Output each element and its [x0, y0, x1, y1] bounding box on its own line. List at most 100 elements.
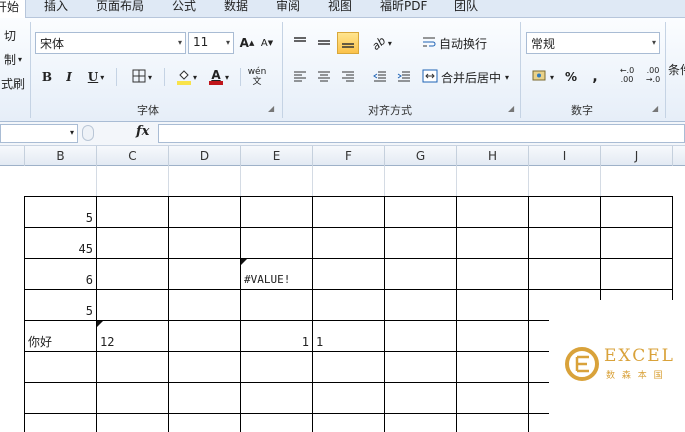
number-format-select[interactable]: 常规 ▾	[526, 32, 660, 54]
dialog-launcher-icon[interactable]: ◢	[652, 104, 658, 113]
fill-color-button[interactable]: ▾	[172, 66, 202, 88]
align-left-button[interactable]	[290, 66, 310, 88]
tab-team[interactable]: 团队	[454, 0, 478, 14]
tab-home[interactable]: 开始	[0, 0, 27, 18]
gridline	[384, 166, 385, 196]
divider	[164, 68, 165, 86]
cell-e4[interactable]: #VALUE!	[241, 259, 312, 289]
chevron-down-icon: ▾	[505, 72, 510, 82]
column-header-c[interactable]: C	[97, 146, 169, 166]
column-header-j[interactable]: J	[601, 146, 673, 166]
column-header-e[interactable]: E	[241, 146, 313, 166]
font-size-select[interactable]: 11 ▾	[188, 32, 234, 54]
merge-cells-icon	[422, 69, 438, 86]
chevron-down-icon: ▾	[18, 54, 23, 64]
shrink-font-button[interactable]: A ▼	[258, 32, 276, 54]
error-indicator-icon[interactable]	[97, 321, 103, 327]
column-headers: B C D E F G H I J	[0, 146, 685, 166]
table-border	[24, 289, 673, 290]
increase-decimal-button[interactable]: ←.0 .00	[616, 64, 638, 86]
ribbon-tabs: 开始 插入 页面布局 公式 数据 审阅 视图 福昕PDF 团队	[0, 0, 685, 18]
italic-button[interactable]: I	[60, 66, 78, 88]
bold-button[interactable]: B	[38, 66, 56, 88]
align-center-icon	[317, 70, 331, 85]
cell-b2[interactable]: 5	[25, 197, 96, 227]
merge-center-button[interactable]: 合并后居中 ▾	[422, 66, 516, 88]
cell-b6[interactable]: 你好	[25, 321, 96, 351]
chevron-down-icon: ▾	[224, 72, 229, 82]
tab-foxit-pdf[interactable]: 福昕PDF	[380, 0, 427, 14]
copy-button[interactable]: 制 ▾	[0, 48, 26, 70]
orientation-button[interactable]: ab ▾	[368, 32, 396, 54]
chevron-down-icon: ▾	[147, 72, 152, 82]
currency-icon	[532, 69, 548, 86]
insert-function-button[interactable]: fx	[136, 124, 149, 139]
column-header-g[interactable]: G	[385, 146, 457, 166]
align-right-button[interactable]	[338, 66, 358, 88]
number-format-value: 常规	[531, 37, 556, 51]
column-header-h[interactable]: H	[457, 146, 529, 166]
percent-button[interactable]: %	[562, 66, 580, 88]
group-separator	[282, 22, 283, 118]
tab-data[interactable]: 数据	[224, 0, 248, 14]
group-separator	[520, 22, 521, 118]
grow-font-button[interactable]: A ▲	[238, 32, 256, 54]
cell-e6[interactable]: 1	[241, 321, 312, 351]
merge-center-label: 合并后居中	[441, 70, 502, 85]
tab-formulas[interactable]: 公式	[172, 0, 196, 14]
align-center-button[interactable]	[314, 66, 334, 88]
formula-input[interactable]	[158, 124, 685, 143]
column-header-a-partial[interactable]	[0, 146, 25, 166]
chevron-down-icon: ▾	[69, 128, 74, 137]
wrap-text-button[interactable]: 自动换行	[422, 32, 494, 54]
column-header-d[interactable]: D	[169, 146, 241, 166]
dialog-launcher-icon[interactable]: ◢	[268, 104, 274, 113]
align-top-button[interactable]	[290, 32, 310, 54]
decrease-indent-button[interactable]	[370, 66, 390, 88]
cell-c6[interactable]: 12	[97, 321, 168, 351]
formula-resize-handle[interactable]	[82, 125, 94, 141]
font-name-select[interactable]: 宋体 ▾	[35, 32, 186, 54]
column-header-b[interactable]: B	[25, 146, 97, 166]
dialog-launcher-icon[interactable]: ◢	[508, 104, 514, 113]
phonetic-label: wén	[247, 66, 267, 77]
format-painter-button[interactable]: 式刷	[0, 72, 26, 94]
increase-indent-button[interactable]	[394, 66, 414, 88]
decrease-indent-icon	[373, 70, 387, 85]
cell-f6[interactable]: 1	[313, 321, 384, 351]
border-grid-icon	[132, 69, 146, 86]
table-border	[528, 196, 529, 432]
font-color-button[interactable]: A ▾	[204, 66, 234, 88]
accounting-format-button[interactable]: ▾	[528, 66, 558, 88]
table-border	[456, 196, 457, 432]
decrease-decimal-button[interactable]: .00 →.0	[642, 64, 664, 86]
table-border	[24, 227, 673, 228]
chevron-down-icon: ▾	[100, 72, 105, 82]
column-header-i[interactable]: I	[529, 146, 601, 166]
table-border	[96, 196, 97, 432]
phonetic-guide-button[interactable]: wén 文	[246, 66, 268, 88]
tab-page-layout[interactable]: 页面布局	[96, 0, 144, 14]
column-header-f[interactable]: F	[313, 146, 385, 166]
chevron-down-icon: ▾	[651, 38, 656, 47]
tab-view[interactable]: 视图	[328, 0, 352, 14]
conditional-format-button[interactable]: 条件	[668, 58, 685, 80]
number-group-label: 数字	[571, 104, 593, 117]
increase-indent-icon	[397, 70, 411, 85]
wrap-text-icon	[422, 35, 436, 52]
comma-button[interactable]: ,	[586, 66, 604, 88]
tab-review[interactable]: 审阅	[276, 0, 300, 14]
cell-b5[interactable]: 5	[25, 290, 96, 320]
align-bottom-button[interactable]	[337, 32, 359, 54]
name-box[interactable]: ▾	[0, 124, 78, 143]
underline-button[interactable]: U ▾	[82, 66, 110, 88]
cut-button[interactable]: 切	[0, 24, 20, 46]
tab-insert[interactable]: 插入	[44, 0, 68, 14]
error-indicator-icon[interactable]	[241, 259, 247, 265]
cell-b3[interactable]: 45	[25, 228, 96, 258]
cell-b4[interactable]: 6	[25, 259, 96, 289]
borders-button[interactable]: ▾	[126, 66, 158, 88]
logo-brand-text: EXCEL	[604, 346, 675, 366]
chevron-down-icon: ▾	[192, 72, 197, 82]
align-middle-button[interactable]	[314, 32, 334, 54]
